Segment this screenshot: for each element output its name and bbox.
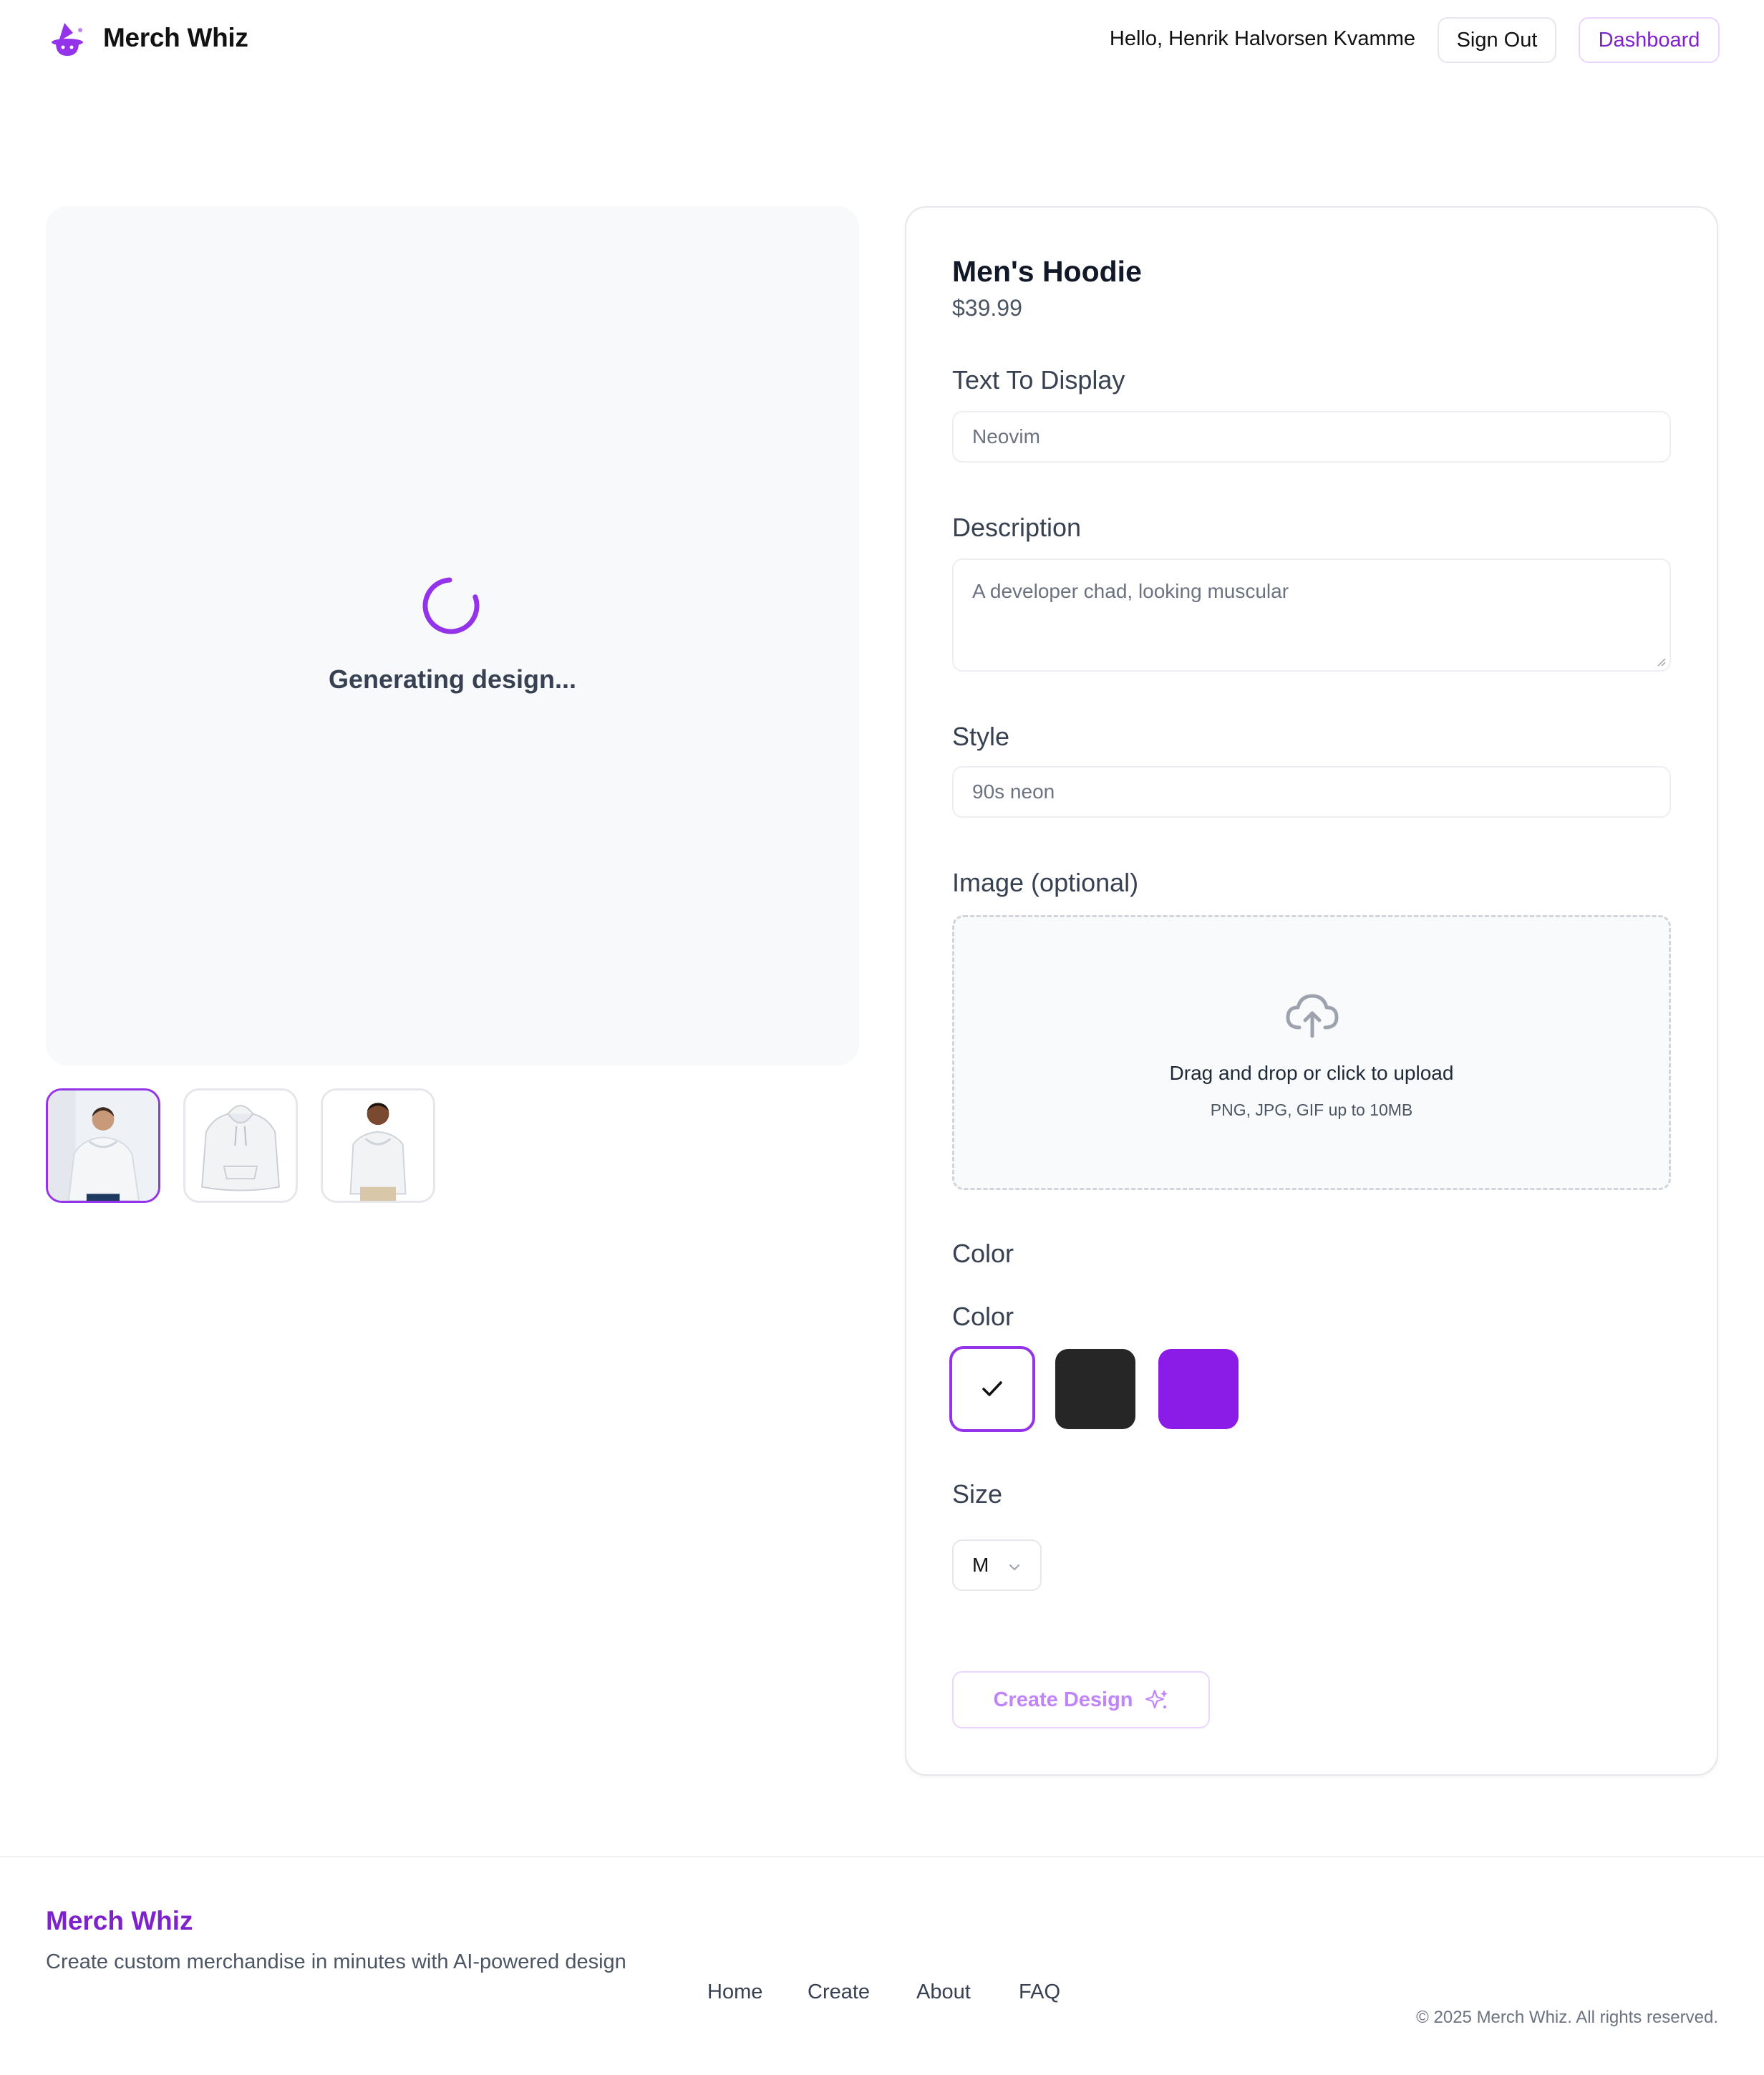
text-input-placeholder: Neovim: [972, 425, 1040, 448]
description-textarea[interactable]: A developer chad, looking muscular: [952, 558, 1671, 672]
create-design-label: Create Design: [993, 1688, 1133, 1711]
cloud-upload-icon: [1286, 994, 1339, 1038]
color-heading: Color: [952, 1239, 1014, 1268]
description-label: Description: [952, 513, 1082, 542]
footer-link-create[interactable]: Create: [808, 1980, 870, 2004]
footer-divider: [0, 1856, 1764, 1857]
chevron-down-icon: [1009, 1564, 1019, 1570]
text-label: Text To Display: [952, 365, 1125, 395]
sparkles-icon: [1145, 1689, 1168, 1709]
color-label: Color: [952, 1302, 1014, 1331]
image-upload-dropzone[interactable]: Drag and drop or click to upload PNG, JP…: [952, 915, 1671, 1190]
wizard-logo-icon[interactable]: [49, 20, 86, 57]
create-design-button[interactable]: Create Design: [952, 1671, 1210, 1728]
user-greeting: Hello, Henrik Halvorsen Kvamme: [1109, 27, 1415, 50]
footer-tagline: Create custom merchandise in minutes wit…: [46, 1950, 626, 1973]
size-select[interactable]: M: [952, 1539, 1042, 1591]
size-value: M: [972, 1554, 989, 1576]
checkmark-icon: [982, 1381, 1002, 1396]
upload-title: Drag and drop or click to upload: [1169, 1062, 1454, 1084]
upload-hint: PNG, JPG, GIF up to 10MB: [1210, 1101, 1413, 1119]
text-input[interactable]: Neovim: [952, 411, 1671, 463]
sign-out-button[interactable]: Sign Out: [1438, 17, 1556, 63]
resize-handle-icon[interactable]: [1655, 656, 1667, 667]
brand-name[interactable]: Merch Whiz: [103, 23, 248, 53]
style-label: Style: [952, 722, 1010, 751]
design-preview: [46, 206, 859, 1065]
footer-link-about[interactable]: About: [916, 1980, 971, 2004]
size-label: Size: [952, 1479, 1003, 1509]
footer-link-home[interactable]: Home: [707, 1980, 762, 2004]
thumbnail-hoodie-flat[interactable]: [183, 1088, 298, 1203]
style-input-placeholder: 90s neon: [972, 780, 1055, 803]
image-label: Image (optional): [952, 868, 1139, 897]
color-swatch-white[interactable]: [949, 1346, 1035, 1432]
top-nav: Merch Whiz Hello, Henrik Halvorsen Kvamm…: [0, 0, 1764, 80]
dashboard-button[interactable]: Dashboard: [1579, 17, 1720, 63]
color-swatch-purple[interactable]: [1158, 1349, 1239, 1429]
hoodie-model-standing-photo-icon: [323, 1090, 433, 1201]
product-price: $39.99: [952, 295, 1022, 321]
hoodie-model-photo-icon: [48, 1090, 158, 1201]
hoodie-product-photo-icon: [185, 1090, 296, 1201]
generating-status: Generating design...: [328, 664, 577, 694]
loading-spinner-icon: [422, 577, 480, 634]
description-placeholder: A developer chad, looking muscular: [972, 580, 1289, 602]
style-input[interactable]: 90s neon: [952, 766, 1671, 818]
copyright-text: © 2025 Merch Whiz. All rights reserved.: [1416, 2008, 1718, 2027]
footer-brand[interactable]: Merch Whiz: [46, 1906, 193, 1936]
footer-link-faq[interactable]: FAQ: [1019, 1980, 1060, 2004]
thumbnail-model-standing[interactable]: [321, 1088, 435, 1203]
product-name: Men's Hoodie: [952, 255, 1142, 288]
thumbnail-model-front[interactable]: [46, 1088, 160, 1203]
color-swatch-black[interactable]: [1055, 1349, 1135, 1429]
